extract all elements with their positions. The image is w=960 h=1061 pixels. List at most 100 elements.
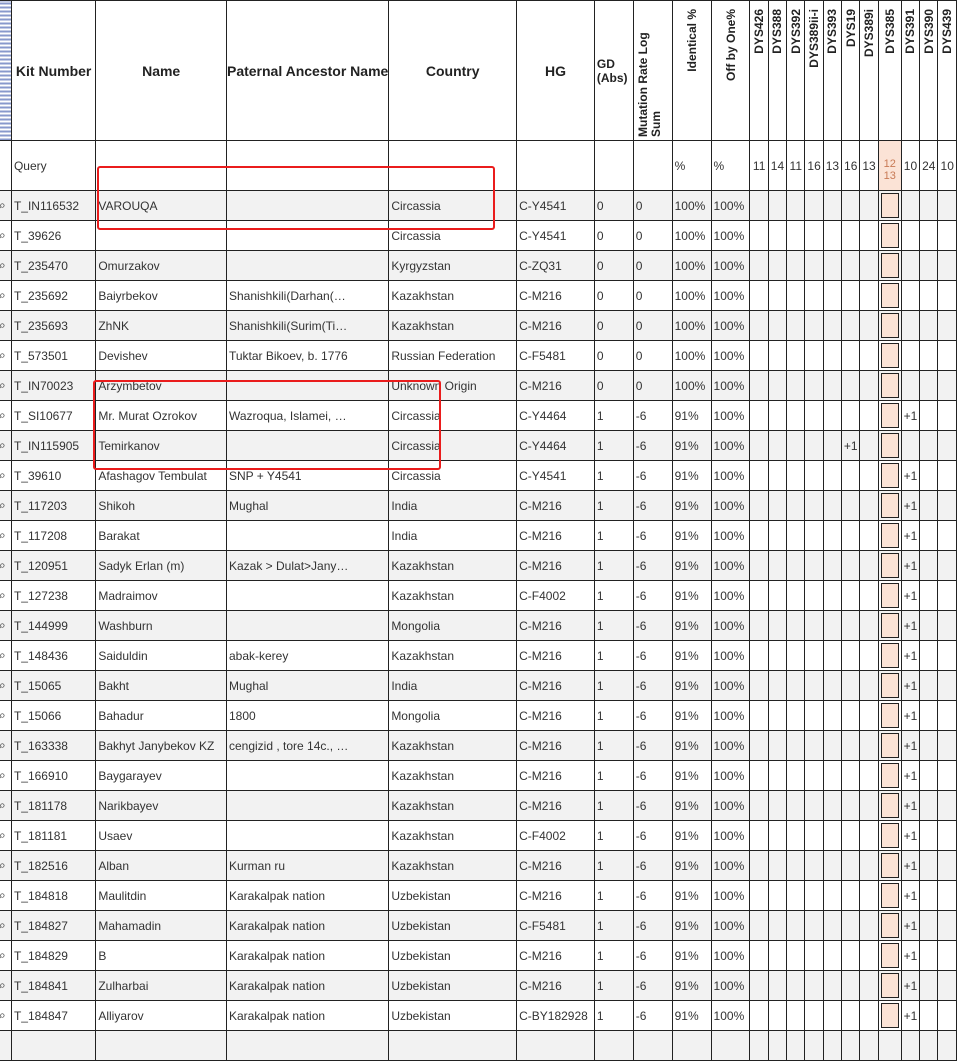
name-header[interactable]: Name (95, 0, 227, 141)
marker-header-dys391[interactable]: DYS391 (900, 0, 921, 141)
table-row[interactable]: ⌕ T_163338Bakhyt Janybekov KZcengizid , t… (0, 730, 957, 761)
magnifier-icon[interactable]: ⌕ (0, 948, 6, 962)
table-row[interactable]: ⌕ T_39610Afashagov TembulatSNP + Y4541Cir… (0, 460, 957, 491)
icon-cell[interactable]: ⌕ (0, 400, 12, 431)
icon-cell[interactable]: ⌕ (0, 850, 12, 881)
marker-header-dys388[interactable]: DYS388 (767, 0, 788, 141)
table-row[interactable]: ⌕ T_SI10677Mr. Murat OzrokovWazroqua, Isl… (0, 400, 957, 431)
marker-header-dys385[interactable]: DYS385 (877, 0, 902, 141)
magnifier-icon[interactable]: ⌕ (0, 378, 6, 392)
kit-number[interactable]: T_39610 (10, 460, 97, 491)
kit-number[interactable]: T_SI10677 (10, 400, 97, 431)
table-row[interactable]: ⌕ T_15066Bahadur1800MongoliaC-M2161-691%1… (0, 700, 957, 731)
kit-number[interactable]: T_184818 (10, 880, 97, 911)
magnifier-icon[interactable]: ⌕ (0, 1008, 6, 1022)
marker-header-dys389i[interactable]: DYS389i (859, 0, 879, 141)
table-row[interactable]: ⌕ T_IN70023Arzymbetov Unknown OriginC-M216… (0, 370, 957, 401)
icon-cell[interactable]: ⌕ (0, 520, 12, 551)
magnifier-icon[interactable]: ⌕ (0, 978, 6, 992)
magnifier-icon[interactable]: ⌕ (0, 768, 6, 782)
mutation-rate-header[interactable]: Mutation Rate Log Sum (632, 0, 673, 141)
table-row[interactable]: ⌕T_235470OmurzakovKyrgyzstanC-ZQ3100100%… (0, 250, 957, 281)
table-row[interactable]: ⌕ T_184847AlliyarovKarakalpak nationUzbek… (0, 1000, 957, 1031)
kit-number[interactable]: T_163338 (10, 730, 97, 761)
kit-number[interactable]: T_IN116532 (10, 190, 97, 221)
magnifier-icon[interactable]: ⌕ (0, 888, 6, 902)
table-row[interactable]: ⌕ T_184829BKarakalpak nationUzbekistanC-M… (0, 940, 957, 971)
table-row[interactable]: ⌕ T_144999Washburn MongoliaC-M2161-691%100… (0, 610, 957, 641)
table-row[interactable]: ⌕ T_148436Saiduldinabak-kereyKazakhstanC-… (0, 640, 957, 671)
kit-number[interactable]: T_117208 (10, 520, 97, 551)
table-row[interactable]: ⌕ T_181178Narikbayev KazakhstanC-M2161-691… (0, 790, 957, 821)
magnifier-icon[interactable]: ⌕ (0, 258, 6, 272)
table-row[interactable]: ⌕ T_127238Madraimov KazakhstanC-F40021-691… (0, 580, 957, 611)
table-row[interactable]: ⌕T_182516AlbanKurman ruKazakhstanC-M2161… (0, 850, 957, 881)
kit-number[interactable]: T_573501 (10, 340, 97, 371)
marker-header-dys439[interactable]: DYS439 (937, 0, 957, 141)
kit-number[interactable]: T_235470 (10, 250, 97, 281)
icon-cell[interactable]: ⌕ (0, 460, 12, 491)
table-row[interactable]: ⌕ T_573501DevishevTuktar Bikoev, b. 1776R… (0, 340, 957, 371)
kit-number[interactable]: T_144999 (10, 610, 97, 641)
kit-number[interactable]: T_IN115905 (10, 430, 97, 461)
magnifier-icon[interactable]: ⌕ (0, 318, 6, 332)
icon-cell[interactable]: ⌕ (0, 580, 12, 611)
table-row[interactable] (0, 1030, 957, 1061)
magnifier-icon[interactable]: ⌕ (0, 438, 6, 452)
kit-number[interactable]: T_39626 (10, 220, 97, 251)
icon-cell[interactable]: ⌕ (0, 340, 12, 371)
icon-cell[interactable]: ⌕ (0, 640, 12, 671)
magnifier-icon[interactable]: ⌕ (0, 468, 6, 482)
icon-cell[interactable]: ⌕ (0, 610, 12, 641)
icon-cell[interactable] (0, 1030, 12, 1061)
icon-cell[interactable]: ⌕ (0, 730, 12, 761)
kit-number[interactable]: T_127238 (10, 580, 97, 611)
kit-number[interactable]: T_181178 (10, 790, 97, 821)
icon-cell[interactable]: ⌕ (0, 910, 12, 941)
kit-number[interactable]: T_166910 (10, 760, 97, 791)
icon-cell[interactable]: ⌕ (0, 190, 12, 221)
identical-header[interactable]: Identical % (671, 0, 712, 141)
kit-number[interactable]: T_148436 (10, 640, 97, 671)
icon-cell[interactable]: ⌕ (0, 370, 12, 401)
kit-number[interactable] (10, 1030, 97, 1061)
gd-header[interactable]: GD (Abs) (593, 0, 634, 141)
icon-cell[interactable]: ⌕ (0, 220, 12, 251)
paternal-ancestor-header[interactable]: Paternal Ancestor Name (225, 0, 390, 141)
magnifier-icon[interactable]: ⌕ (0, 918, 6, 932)
kit-number[interactable]: T_15065 (10, 670, 97, 701)
table-row[interactable]: ⌕ T_184827MahamadinKarakalpak nationUzbek… (0, 910, 957, 941)
table-row[interactable]: ⌕ T_117208Barakat IndiaC-M2161-691%100% +1 (0, 520, 957, 551)
magnifier-icon[interactable]: ⌕ (0, 228, 6, 242)
icon-cell[interactable]: ⌕ (0, 880, 12, 911)
magnifier-icon[interactable]: ⌕ (0, 648, 6, 662)
marker-header-dys426[interactable]: DYS426 (749, 0, 769, 141)
table-row[interactable]: ⌕ T_IN115905Temirkanov CircassiaC-Y44641-6… (0, 430, 957, 461)
magnifier-icon[interactable]: ⌕ (0, 828, 6, 842)
off-by-one-header[interactable]: Off by One% (710, 0, 751, 141)
kit-number[interactable]: T_181181 (10, 820, 97, 851)
marker-header-dys390[interactable]: DYS390 (919, 0, 939, 141)
magnifier-icon[interactable]: ⌕ (0, 558, 6, 572)
icon-cell[interactable]: ⌕ (0, 760, 12, 791)
magnifier-icon[interactable]: ⌕ (0, 588, 6, 602)
table-row[interactable]: ⌕ T_181181Usaev KazakhstanC-F40021-691%100… (0, 820, 957, 851)
table-row[interactable]: ⌕ T_184818MaulitdinKarakalpak nationUzbek… (0, 880, 957, 911)
marker-header-dys389ii-i[interactable]: DYS389ii-i (804, 0, 824, 141)
kit-number[interactable]: T_184847 (10, 1000, 97, 1031)
icon-cell[interactable]: ⌕ (0, 970, 12, 1001)
icon-cell[interactable]: ⌕ (0, 940, 12, 971)
magnifier-icon[interactable]: ⌕ (0, 708, 6, 722)
table-row[interactable]: ⌕T_39626CircassiaC-Y454100100%100% (0, 220, 957, 251)
kit-number[interactable]: T_184841 (10, 970, 97, 1001)
icon-cell[interactable]: ⌕ (0, 430, 12, 461)
kit-number[interactable]: T_IN70023 (10, 370, 97, 401)
magnifier-icon[interactable]: ⌕ (0, 198, 6, 212)
kit-number[interactable]: T_235693 (10, 310, 97, 341)
magnifier-icon[interactable]: ⌕ (0, 408, 6, 422)
magnifier-icon[interactable]: ⌕ (0, 738, 6, 752)
table-row[interactable]: ⌕ T_15065BakhtMughalIndiaC-M2161-691%100%… (0, 670, 957, 701)
icon-cell[interactable]: ⌕ (0, 700, 12, 731)
country-header[interactable]: Country (388, 0, 518, 141)
icon-cell[interactable]: ⌕ (0, 310, 12, 341)
